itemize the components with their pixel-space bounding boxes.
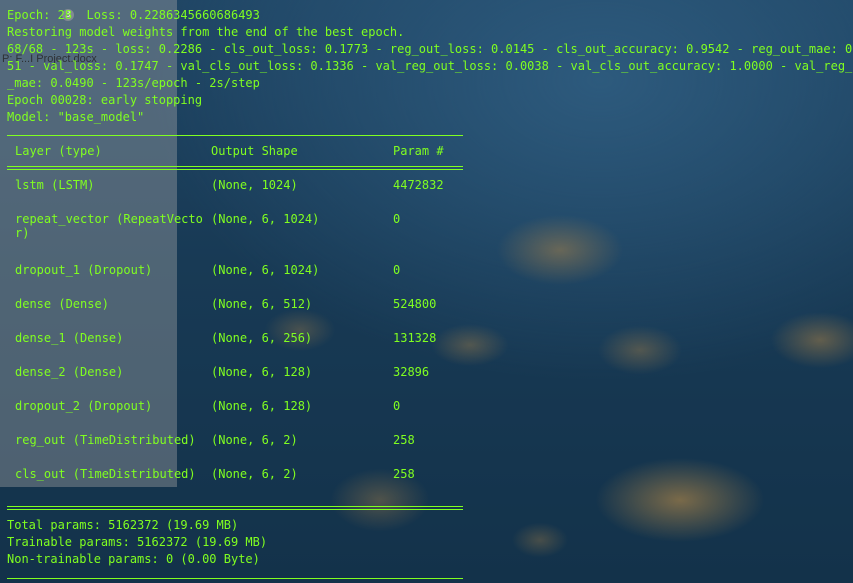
param-count: 0: [393, 399, 401, 413]
metrics-line-1: 68/68 - 123s - loss: 0.2286 - cls_out_lo…: [7, 42, 853, 56]
param-count: 258: [393, 433, 415, 447]
layer-name: reg_out (TimeDistributed): [15, 433, 196, 447]
output-shape: (None, 6, 128): [211, 399, 313, 413]
layer-name: cls_out (TimeDistributed): [15, 467, 196, 481]
header-double-rule: [7, 166, 463, 170]
header-output-shape: Output Shape: [211, 144, 298, 158]
table-bottom-double-rule: [7, 506, 463, 510]
output-shape: (None, 6, 2): [211, 433, 298, 447]
header-layer-type: Layer (type): [15, 144, 102, 158]
layer-name: dense_2 (Dense): [15, 365, 124, 379]
layer-name: dropout_1 (Dropout): [15, 263, 153, 277]
epoch-line: Epoch: 28 Loss: 0.2286345660686493: [7, 8, 260, 22]
non-trainable-params-line: Non-trainable params: 0 (0.00 Byte): [7, 552, 260, 566]
output-shape: (None, 6, 1024): [211, 212, 320, 226]
metrics-line-2: 51 - val_loss: 0.1747 - val_cls_out_loss…: [7, 59, 853, 73]
output-shape: (None, 6, 256): [211, 331, 313, 345]
param-count: 131328: [393, 331, 437, 345]
output-shape: (None, 6, 1024): [211, 263, 320, 277]
layer-name: repeat_vector (RepeatVecto r): [15, 212, 203, 240]
header-param-count: Param #: [393, 144, 444, 158]
param-count: 258: [393, 467, 415, 481]
terminal-output[interactable]: Epoch: 28 Loss: 0.2286345660686493 Resto…: [0, 0, 853, 583]
output-shape: (None, 6, 128): [211, 365, 313, 379]
layer-name: dense (Dense): [15, 297, 109, 311]
param-count: 0: [393, 212, 401, 226]
layer-name: dense_1 (Dense): [15, 331, 124, 345]
early-stopping-line: Epoch 00028: early stopping: [7, 93, 203, 107]
output-shape: (None, 6, 512): [211, 297, 313, 311]
model-name-line: Model: "base_model": [7, 110, 145, 124]
layer-name: lstm (LSTM): [15, 178, 95, 192]
layer-name: dropout_2 (Dropout): [15, 399, 153, 413]
trainable-params-line: Trainable params: 5162372 (19.69 MB): [7, 535, 268, 549]
param-count: 4472832: [393, 178, 444, 192]
summary-end-rule: [7, 578, 463, 579]
restore-weights-line: Restoring model weights from the end of …: [7, 25, 405, 39]
output-shape: (None, 1024): [211, 178, 298, 192]
output-shape: (None, 6, 2): [211, 467, 298, 481]
metrics-line-3: _mae: 0.0490 - 123s/epoch - 2s/step: [7, 76, 260, 90]
param-count: 0: [393, 263, 401, 277]
param-count: 32896: [393, 365, 430, 379]
total-params-line: Total params: 5162372 (19.69 MB): [7, 518, 239, 532]
param-count: 524800: [393, 297, 437, 311]
table-top-rule: [7, 135, 463, 136]
